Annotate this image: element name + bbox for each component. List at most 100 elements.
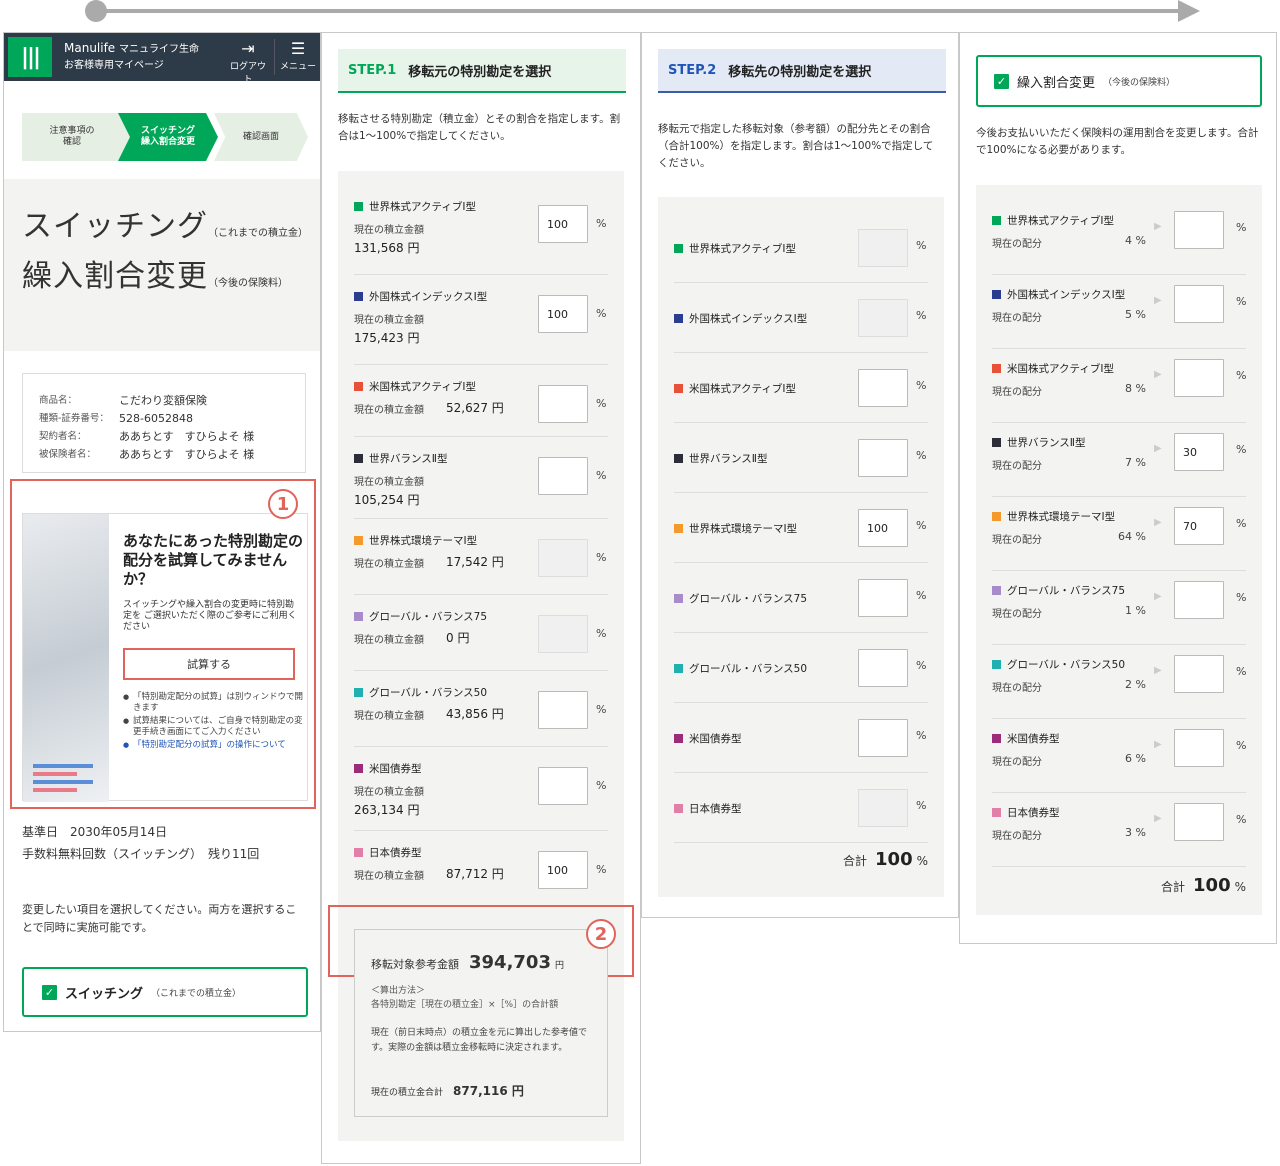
switching-checkbox[interactable]: ✓ スイッチング （これまでの積立金） bbox=[22, 967, 308, 1017]
fund-row: 米国株式アクティブⅠ型 現在の積立金額 52,627 円% bbox=[354, 369, 608, 437]
fund-color-swatch bbox=[354, 536, 363, 545]
fund-name: 世界バランスⅡ型 bbox=[354, 451, 447, 466]
percent-input[interactable] bbox=[1174, 655, 1224, 693]
total-value: 100 bbox=[875, 849, 913, 870]
flow-arrow-line bbox=[103, 9, 1178, 13]
percent-input[interactable] bbox=[1174, 211, 1224, 249]
current-alloc-label: 現在の配分 bbox=[992, 609, 1042, 620]
transfer-label: 移転対象参考金額 bbox=[371, 958, 459, 971]
fund-name: 世界株式アクティブⅠ型 bbox=[354, 199, 476, 214]
fund-color-swatch bbox=[354, 454, 363, 463]
step2-number: STEP.2 bbox=[668, 62, 717, 78]
fund-name: グローバル・バランス75 bbox=[674, 591, 807, 606]
percent-unit: % bbox=[1236, 739, 1247, 752]
step1-title: 移転元の特別勘定を選択 bbox=[408, 64, 552, 80]
fund-name-label: 米国株式アクティブⅠ型 bbox=[689, 383, 796, 395]
fund-name: 外国株式インデックスⅠ型 bbox=[992, 287, 1125, 302]
fund-name-label: グローバル・バランス50 bbox=[689, 663, 808, 675]
percent-input[interactable] bbox=[1174, 803, 1224, 841]
allocation-checkbox[interactable]: ✓ 繰入割合変更 （今後の保険料） bbox=[976, 55, 1262, 107]
title2: 繰入割合変更 bbox=[22, 259, 208, 294]
percent-unit: % bbox=[1236, 517, 1247, 530]
current-alloc-value: 64 % bbox=[1118, 530, 1146, 543]
step2-title: 移転先の特別勘定を選択 bbox=[728, 64, 872, 80]
percent-unit: % bbox=[596, 863, 607, 876]
fund-row: 外国株式インデックスⅠ型 現在の積立金額 175,423 円 100% bbox=[354, 279, 608, 365]
allocation-label: 繰入割合変更 bbox=[1017, 75, 1096, 91]
step1-number: STEP.1 bbox=[348, 62, 397, 78]
current-alloc-value: 1 % bbox=[1125, 604, 1146, 617]
percent-unit: % bbox=[916, 519, 927, 532]
percent-input[interactable]: 30 bbox=[1174, 433, 1224, 471]
logout-button[interactable]: ⇥ ログアウト bbox=[226, 39, 270, 85]
percent-input[interactable] bbox=[1174, 581, 1224, 619]
percent-unit: % bbox=[916, 659, 927, 672]
fund-name: グローバル・バランス50 bbox=[674, 661, 807, 676]
fund-amount: 105,254 円 bbox=[354, 493, 420, 507]
callout-1: 1 bbox=[268, 489, 298, 519]
fund-amount: 131,568 円 bbox=[354, 241, 420, 255]
percent-input[interactable] bbox=[1174, 729, 1224, 767]
percent-unit: % bbox=[1236, 369, 1247, 382]
percent-input[interactable]: 100 bbox=[538, 851, 588, 889]
fund-name-label: 外国株式インデックスⅠ型 bbox=[369, 291, 488, 303]
policy-row: 被保険者名： ああちとす すひらよそ 様 bbox=[39, 446, 305, 464]
simulate-button[interactable]: 試算する bbox=[123, 648, 295, 680]
brand-name-jp: マニュライフ生命 bbox=[119, 44, 200, 55]
promo-notes: 「特別勘定配分の試算」は別ウィンドウで開きます 試算結果については、ご自身で特別… bbox=[123, 692, 303, 753]
percent-input[interactable] bbox=[1174, 359, 1224, 397]
percent-input[interactable] bbox=[858, 439, 908, 477]
fund-name-label: 世界バランスⅡ型 bbox=[1007, 437, 1086, 449]
percent-input[interactable] bbox=[538, 691, 588, 729]
arrow-right-icon: ▶ bbox=[1154, 739, 1162, 750]
fund-color-swatch bbox=[992, 438, 1001, 447]
fund-color-swatch bbox=[674, 244, 683, 253]
fund-name-label: 米国株式アクティブⅠ型 bbox=[369, 381, 476, 393]
fund-name: グローバル・バランス50 bbox=[992, 657, 1125, 672]
transfer-result: 移転対象参考金額 394,703 円 ＜算出方法＞ 各特別勘定［現在の積立金］×… bbox=[354, 929, 608, 1117]
step1-header: STEP.1 移転元の特別勘定を選択 bbox=[338, 49, 626, 93]
fund-color-swatch bbox=[674, 734, 683, 743]
promo-title: あなたにあった特別勘定の配分を試算してみませんか？ bbox=[123, 532, 304, 588]
percent-input[interactable]: 100 bbox=[858, 509, 908, 547]
percent-input[interactable]: 70 bbox=[1174, 507, 1224, 545]
fund-color-swatch bbox=[354, 764, 363, 773]
percent-input[interactable] bbox=[538, 385, 588, 423]
simulation-promo: あなたにあった特別勘定の配分を試算してみませんか？ スイッチングや繰入割合の変更… bbox=[22, 513, 308, 802]
percent-input[interactable] bbox=[538, 457, 588, 495]
fund-row: 世界株式アクティブⅠ型 現在の積立金額 131,568 円 100% bbox=[354, 189, 608, 275]
total-unit: % bbox=[916, 854, 928, 868]
percent-input[interactable]: 100 bbox=[538, 295, 588, 333]
current-alloc-value: 2 % bbox=[1125, 678, 1146, 691]
fund-color-swatch bbox=[674, 314, 683, 323]
fund-row: 日本債券型 現在の積立金額 87,712 円 100% bbox=[354, 835, 608, 907]
fund-name-label: グローバル・バランス75 bbox=[1007, 585, 1126, 597]
fund-name: 世界株式環境テーマⅠ型 bbox=[354, 533, 477, 548]
percent-input[interactable] bbox=[1174, 285, 1224, 323]
percent-input[interactable] bbox=[858, 369, 908, 407]
fund-name: 米国株式アクティブⅠ型 bbox=[992, 361, 1114, 376]
policy-value: ああちとす すひらよそ 様 bbox=[119, 430, 255, 443]
current-alloc-value: 6 % bbox=[1125, 752, 1146, 765]
percent-input[interactable] bbox=[538, 767, 588, 805]
manulife-logo-icon: ||| bbox=[8, 37, 52, 77]
transfer-amount: 移転対象参考金額 394,703 円 bbox=[371, 952, 564, 973]
fund-name-label: 外国株式インデックスⅠ型 bbox=[1007, 289, 1126, 301]
menu-button[interactable]: ☰ メニュー bbox=[276, 39, 320, 72]
current-alloc-label: 現在の配分 bbox=[992, 535, 1042, 546]
fund-name-label: 世界バランスⅡ型 bbox=[689, 453, 768, 465]
percent-unit: % bbox=[1236, 443, 1247, 456]
policy-key: 被保険者名： bbox=[39, 449, 97, 460]
percent-input[interactable] bbox=[858, 579, 908, 617]
total-value: 100 bbox=[1193, 875, 1231, 896]
percent-input[interactable] bbox=[858, 719, 908, 757]
fund-row: 世界株式アクティブⅠ型% bbox=[674, 213, 928, 283]
promo-help-link[interactable]: 「特別勘定配分の試算」の操作について bbox=[123, 740, 303, 751]
arrow-right-icon: ▶ bbox=[1154, 665, 1162, 676]
current-alloc-label: 現在の配分 bbox=[992, 239, 1042, 250]
percent-input[interactable]: 100 bbox=[538, 205, 588, 243]
percent-input[interactable] bbox=[858, 649, 908, 687]
fund-name: 米国債券型 bbox=[992, 731, 1060, 746]
percent-unit: % bbox=[916, 239, 927, 252]
fund-color-swatch bbox=[354, 848, 363, 857]
